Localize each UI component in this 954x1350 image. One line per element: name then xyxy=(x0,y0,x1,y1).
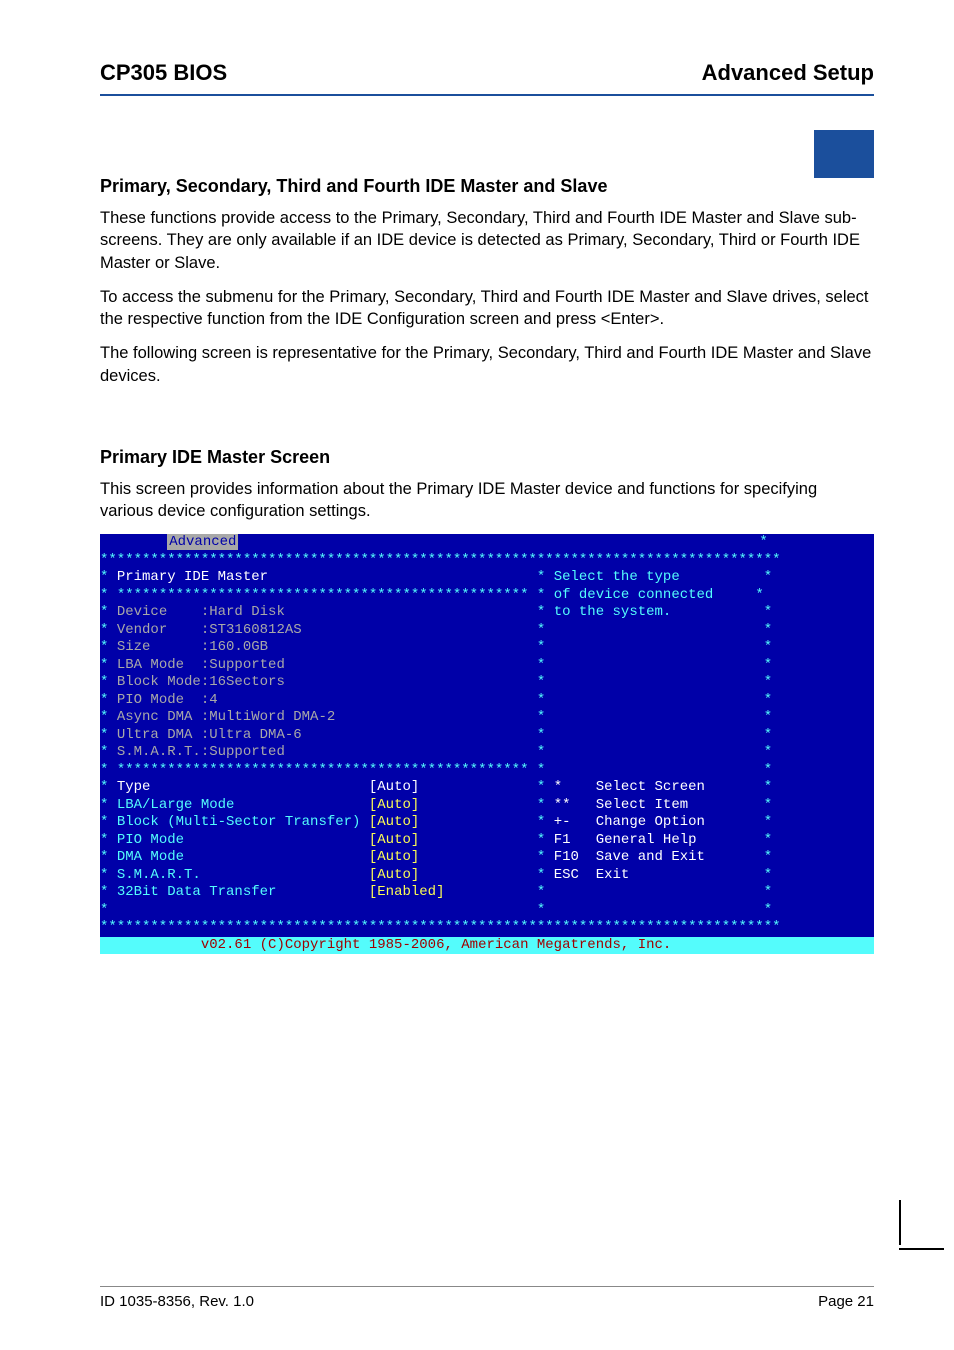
bios-title: Primary IDE Master xyxy=(117,569,537,585)
bios-help-3: to the system. xyxy=(554,604,764,620)
nav-0: Select Screen xyxy=(596,779,764,795)
nav-3: General Help xyxy=(596,832,764,848)
setting-label-6[interactable]: 32Bit Data Transfer xyxy=(117,884,369,900)
section2-title: Primary IDE Master Screen xyxy=(100,447,874,468)
bios-screen: Advanced *******************************… xyxy=(100,534,874,954)
doc-header-right: Advanced Setup xyxy=(702,60,874,86)
bios-info-4: Block Mode:16Sectors xyxy=(117,674,537,690)
setting-label-0[interactable]: Type xyxy=(117,779,369,795)
setting-label-4[interactable]: DMA Mode xyxy=(117,849,369,865)
bios-tab-advanced[interactable]: Advanced xyxy=(167,534,238,550)
setting-label-3[interactable]: PIO Mode xyxy=(117,832,369,848)
section1-p2: To access the submenu for the Primary, S… xyxy=(100,286,874,331)
setting-value-1[interactable]: [Auto] xyxy=(369,797,537,813)
bios-info-3: LBA Mode :Supported xyxy=(117,657,537,673)
section1-p3: The following screen is representative f… xyxy=(100,342,874,387)
nav-2: Change Option xyxy=(596,814,764,830)
bios-copyright: v02.61 (C)Copyright 1985-2006, American … xyxy=(201,937,671,953)
bios-help-2: of device connected xyxy=(554,587,756,603)
bios-info-2: Size :160.0GB xyxy=(117,639,537,655)
bios-info-1: Vendor :ST3160812AS xyxy=(117,622,537,638)
section1-title: Primary, Secondary, Third and Fourth IDE… xyxy=(100,176,874,197)
bios-info-6: Async DMA :MultiWord DMA-2 xyxy=(117,709,537,725)
bios-info-0: Device :Hard Disk xyxy=(117,604,537,620)
nav-5: Exit xyxy=(596,867,764,883)
section2-p1: This screen provides information about t… xyxy=(100,478,874,523)
setting-value-5[interactable]: [Auto] xyxy=(369,867,537,883)
footer-right: Page 21 xyxy=(818,1293,874,1310)
section1-p1: These functions provide access to the Pr… xyxy=(100,207,874,274)
setting-label-2[interactable]: Block (Multi-Sector Transfer) xyxy=(117,814,369,830)
setting-value-4[interactable]: [Auto] xyxy=(369,849,537,865)
setting-label-1[interactable]: LBA/Large Mode xyxy=(117,797,369,813)
nav-4: Save and Exit xyxy=(596,849,764,865)
doc-header-left: CP305 BIOS xyxy=(100,60,227,86)
footer-left: ID 1035-8356, Rev. 1.0 xyxy=(100,1293,254,1310)
corner-decoration xyxy=(804,130,874,178)
setting-value-3[interactable]: [Auto] xyxy=(369,832,537,848)
nav-1: Select Item xyxy=(596,797,764,813)
bios-help-1: Select the type xyxy=(554,569,764,585)
setting-value-2[interactable]: [Auto] xyxy=(369,814,537,830)
setting-value-0[interactable]: [Auto] xyxy=(369,779,537,795)
bios-info-7: Ultra DMA :Ultra DMA-6 xyxy=(117,727,537,743)
page-edge-mark xyxy=(899,1200,944,1250)
bios-info-5: PIO Mode :4 xyxy=(117,692,537,708)
setting-label-5[interactable]: S.M.A.R.T. xyxy=(117,867,369,883)
bios-info-8: S.M.A.R.T.:Supported xyxy=(117,744,537,760)
setting-value-6[interactable]: [Enabled] xyxy=(369,884,537,900)
